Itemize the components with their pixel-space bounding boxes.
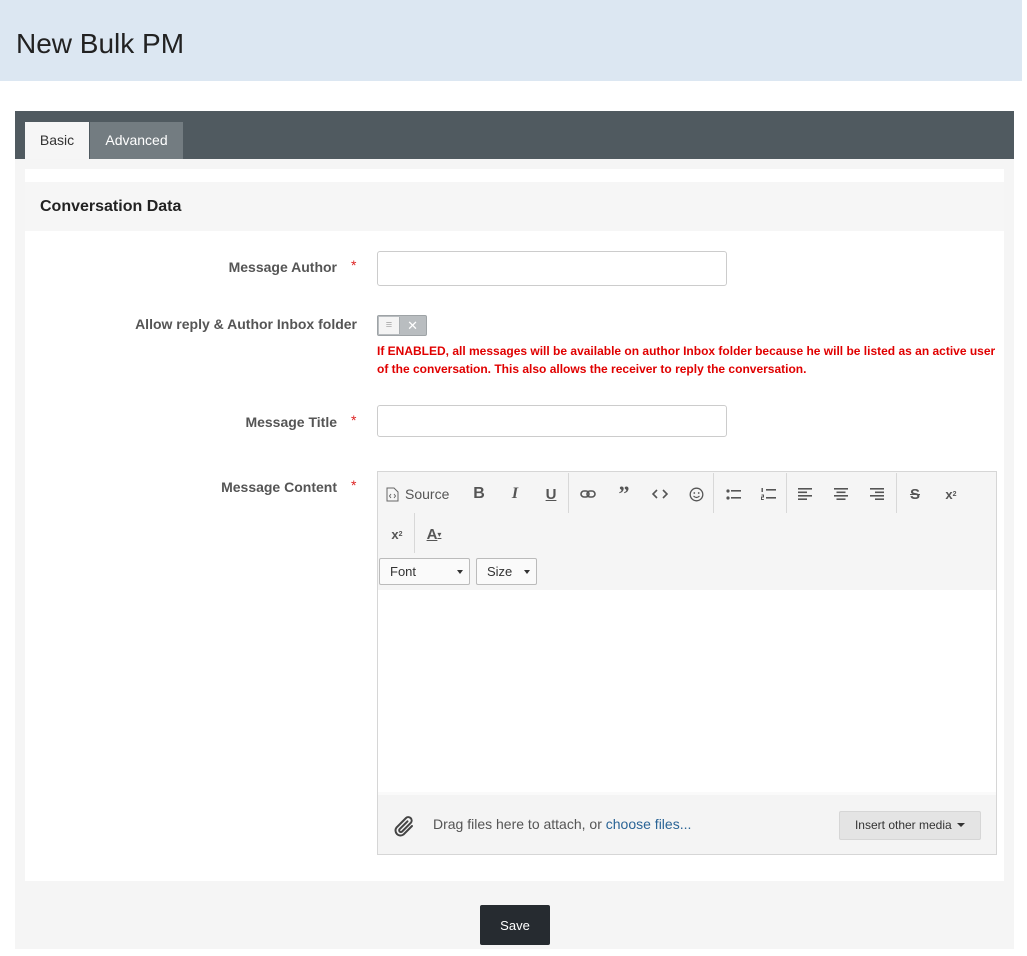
toggle-off-icon: ✕ (407, 318, 418, 333)
bullet-list-icon[interactable] (720, 481, 746, 507)
source-label: Source (405, 486, 450, 502)
author-label: Message Author (228, 259, 337, 275)
link-icon[interactable] (575, 481, 601, 507)
code-icon[interactable] (647, 481, 673, 507)
author-required-marker: * (351, 257, 357, 273)
caret-down-icon (457, 570, 463, 574)
toolbar-separator (896, 473, 897, 513)
source-icon (386, 487, 399, 501)
size-dropdown-label: Size (487, 564, 513, 579)
paperclip-icon (394, 816, 413, 837)
numbered-list-icon[interactable] (755, 481, 781, 507)
content-label: Message Content (221, 479, 337, 495)
tab-basic[interactable]: Basic (25, 122, 89, 159)
source-button[interactable]: Source (386, 481, 449, 507)
toolbar-separator (568, 473, 569, 513)
italic-icon[interactable]: I (502, 481, 528, 507)
insert-media-label: Insert other media (854, 818, 952, 832)
allow-reply-hint: If ENABLED, all messages will be availab… (377, 344, 996, 376)
toolbar-separator (713, 473, 714, 513)
font-dropdown-label: Font (390, 564, 417, 579)
tab-advanced[interactable]: Advanced (90, 122, 183, 159)
toolbar-separator (786, 473, 787, 513)
toolbar-separator (414, 513, 415, 553)
attachment-bar: Drag files here to attach, or choose fil… (378, 792, 996, 854)
message-title-input[interactable] (377, 405, 727, 437)
message-content-area[interactable] (378, 590, 996, 792)
subscript-icon[interactable]: x2 (384, 521, 410, 547)
size-dropdown[interactable]: Size (476, 558, 537, 585)
title-required-marker: * (351, 412, 357, 428)
align-left-icon[interactable] (792, 481, 818, 507)
save-button[interactable]: Save (480, 905, 550, 945)
allow-reply-toggle[interactable]: ≡ ✕ (377, 315, 427, 336)
text-color-icon[interactable]: A ▾ (421, 521, 447, 547)
choose-files-link[interactable]: choose files... (606, 816, 692, 832)
align-right-icon[interactable] (864, 481, 890, 507)
caret-down-icon (957, 823, 966, 827)
allow-reply-label: Allow reply & Author Inbox folder (135, 316, 357, 332)
section-title: Conversation Data (40, 198, 182, 215)
strikethrough-icon[interactable]: S (902, 481, 928, 507)
toggle-handle-icon: ≡ (379, 317, 400, 334)
align-center-icon[interactable] (828, 481, 854, 507)
page-title: New Bulk PM (16, 28, 185, 59)
smiley-icon[interactable] (683, 481, 709, 507)
content-required-marker: * (351, 477, 357, 493)
underline-icon[interactable]: U (538, 481, 564, 507)
page-header: New Bulk PM (0, 0, 1022, 81)
attach-text: Drag files here to attach, or (433, 816, 606, 832)
superscript-icon[interactable]: x2 (938, 481, 964, 507)
editor-toolbar: Source B I U ” S x 2 x 2 A ▾ Font Size (378, 472, 996, 590)
font-dropdown[interactable]: Font (379, 558, 470, 585)
tab-bar: Basic Advanced (15, 111, 1014, 159)
quote-icon[interactable]: ” (611, 481, 637, 507)
title-label: Message Title (245, 414, 337, 430)
caret-down-icon (524, 570, 530, 574)
message-author-input[interactable] (377, 251, 727, 286)
attach-instructions: Drag files here to attach, or choose fil… (433, 816, 691, 833)
rich-text-editor: Source B I U ” S x 2 x 2 A ▾ Font Size D… (377, 471, 997, 855)
insert-media-button[interactable]: Insert other media (839, 811, 981, 840)
bold-icon[interactable]: B (466, 481, 492, 507)
